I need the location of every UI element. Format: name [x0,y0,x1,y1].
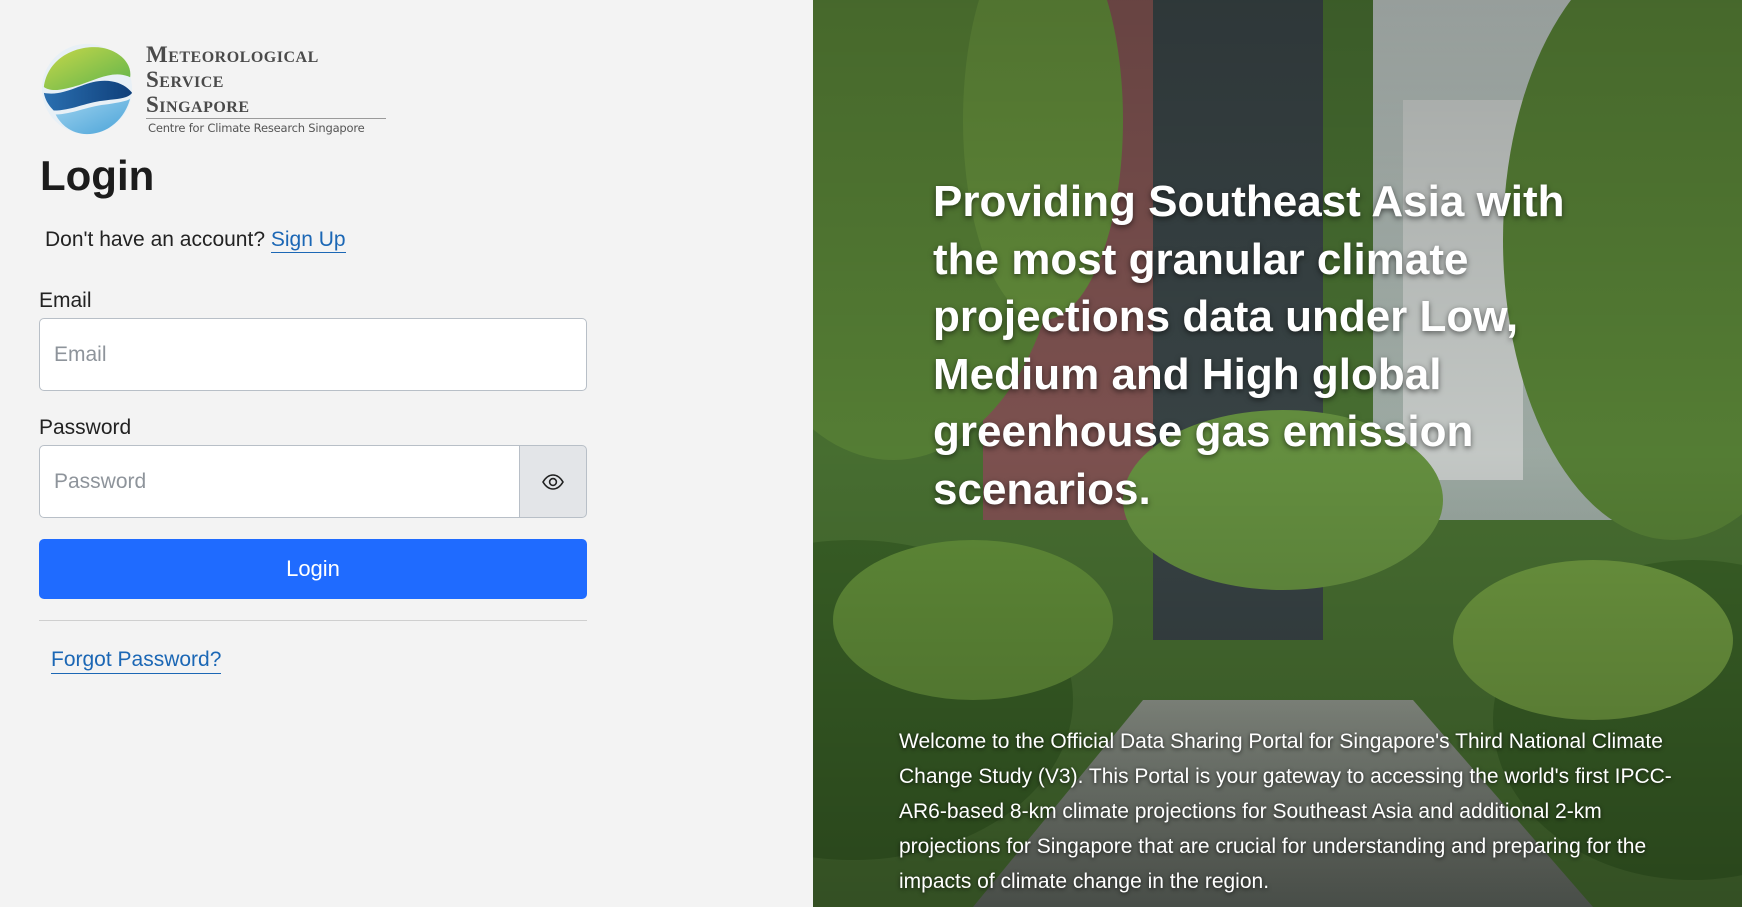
email-label: Email [39,289,92,312]
login-button[interactable]: Login [39,539,587,599]
brand-name-line-1: Meteorological [146,42,319,67]
hero-welcome-text: Welcome to the Official Data Sharing Por… [899,730,1672,893]
brand-name-line-3: Singapore [146,92,250,117]
toggle-password-visibility-button[interactable] [519,445,587,518]
signup-prompt: Don't have an account? [45,228,265,251]
hero-panel: Providing Southeast Asia with the most g… [813,0,1742,907]
brand-logo: Meteorological Service Singapore Centre … [38,38,398,138]
signup-row: Don't have an account? Sign Up [45,228,346,253]
brand-name: Meteorological Service Singapore [146,42,319,117]
brand-name-line-2: Service [146,67,224,92]
forgot-password-link[interactable]: Forgot Password? [51,648,222,674]
signup-link[interactable]: Sign Up [270,228,346,253]
brand-divider [146,118,386,119]
password-label: Password [39,416,132,439]
hero-headline: Providing Southeast Asia with the most g… [933,177,1565,514]
form-divider [39,620,587,621]
brand-subtitle: Centre for Climate Research Singapore [148,121,365,135]
page-title: Login [40,152,155,199]
login-panel: Meteorological Service Singapore Centre … [0,0,813,907]
eye-icon [542,473,564,490]
email-field[interactable] [39,318,587,391]
mss-logo-emblem [41,43,133,135]
password-field[interactable] [39,445,520,518]
